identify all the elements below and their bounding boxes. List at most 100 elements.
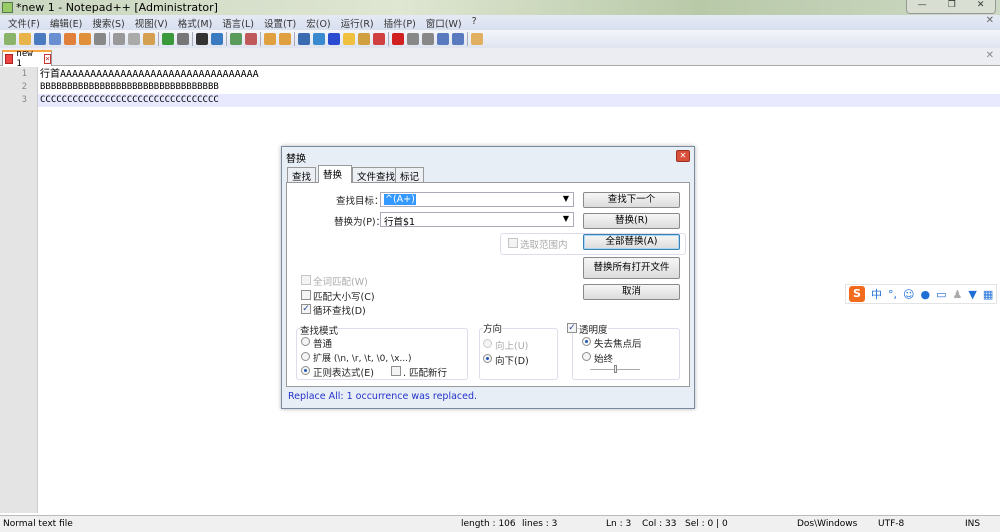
- menu-item[interactable]: 运行(R): [336, 15, 379, 30]
- doc-map-icon[interactable]: [358, 33, 370, 45]
- redo-icon[interactable]: [177, 33, 189, 45]
- find-icon[interactable]: [196, 33, 208, 45]
- line-number: 3: [21, 95, 27, 105]
- microphone-icon[interactable]: ●: [920, 288, 930, 301]
- new-file-icon[interactable]: [4, 33, 16, 45]
- find-next-button[interactable]: 查找下一个: [583, 192, 680, 208]
- tab-find[interactable]: 查找: [287, 167, 317, 183]
- save-icon[interactable]: [34, 33, 46, 45]
- transparency-checkbox[interactable]: ✓: [567, 323, 577, 333]
- replace-input[interactable]: 行首$1 ▼: [380, 212, 574, 228]
- minimize-button[interactable]: —: [918, 0, 927, 13]
- slider-thumb[interactable]: [613, 365, 617, 373]
- mode-regex-radio[interactable]: [301, 366, 310, 375]
- line-number: 1: [21, 69, 27, 79]
- menu-item[interactable]: 窗口(W): [421, 15, 467, 30]
- user-icon[interactable]: ♟: [952, 288, 962, 301]
- close-all-icon[interactable]: [79, 33, 91, 45]
- in-selection-checkbox[interactable]: [508, 238, 518, 248]
- menu-item[interactable]: ?: [467, 15, 482, 30]
- copy-icon[interactable]: [128, 33, 140, 45]
- menu-item[interactable]: 设置(T): [259, 15, 301, 30]
- replace-all-button[interactable]: 全部替换(A): [583, 234, 680, 250]
- toolbox-icon[interactable]: ▦: [983, 288, 993, 301]
- zoom-out-icon[interactable]: [245, 33, 257, 45]
- menu-item[interactable]: 语言(L): [217, 15, 259, 30]
- always-radio[interactable]: [582, 352, 591, 361]
- status-col: Col : 33: [642, 519, 677, 529]
- tab-bar: new 1 ✕ ✕: [0, 48, 1000, 69]
- record-macro-icon[interactable]: [392, 33, 404, 45]
- play-macro-icon[interactable]: [422, 33, 434, 45]
- cut-icon[interactable]: [113, 33, 125, 45]
- undo-icon[interactable]: [162, 33, 174, 45]
- menu-item[interactable]: 宏(O): [301, 15, 335, 30]
- on-lose-focus-radio[interactable]: [582, 337, 591, 346]
- wrap-around-checkbox[interactable]: ✓: [301, 304, 311, 314]
- replace-icon[interactable]: [211, 33, 223, 45]
- match-case-label: 匹配大小写(C): [313, 292, 375, 303]
- paste-icon[interactable]: [143, 33, 155, 45]
- zoom-in-icon[interactable]: [230, 33, 242, 45]
- editor-line[interactable]: 行首AAAAAAAAAAAAAAAAAAAAAAAAAAAAAAAAA: [38, 68, 1000, 81]
- mode-extended-radio[interactable]: [301, 352, 310, 361]
- ime-language[interactable]: 中: [871, 286, 882, 302]
- tab-find-in-files[interactable]: 文件查找: [352, 167, 401, 183]
- skin-icon[interactable]: ▼: [968, 288, 976, 301]
- close-document-icon[interactable]: ✕: [986, 15, 994, 26]
- mode-regex-label: 正则表达式(E): [313, 368, 374, 379]
- menu-item[interactable]: 编辑(E): [45, 15, 87, 30]
- menu-item[interactable]: 视图(V): [130, 15, 173, 30]
- maximize-button[interactable]: ❐: [948, 0, 956, 13]
- sogou-logo[interactable]: S: [849, 286, 865, 302]
- close-icon[interactable]: [64, 33, 76, 45]
- direction-down-radio[interactable]: [483, 354, 492, 363]
- keyboard-icon[interactable]: ▭: [936, 288, 946, 301]
- open-file-icon[interactable]: [19, 33, 31, 45]
- sync-vertical-icon[interactable]: [264, 33, 276, 45]
- stop-macro-icon[interactable]: [407, 33, 419, 45]
- chevron-down-icon[interactable]: ▼: [563, 194, 569, 203]
- save-macro-icon[interactable]: [452, 33, 464, 45]
- whole-word-checkbox[interactable]: [301, 275, 311, 285]
- emoji-icon[interactable]: ☺: [903, 288, 914, 301]
- launch-icon[interactable]: [471, 33, 483, 45]
- word-wrap-icon[interactable]: [298, 33, 310, 45]
- sync-horizontal-icon[interactable]: [279, 33, 291, 45]
- status-length: length : 106: [461, 519, 516, 529]
- tab-new-1[interactable]: new 1 ✕: [2, 49, 52, 69]
- transparency-slider[interactable]: [590, 365, 640, 373]
- find-input[interactable]: ^(A+) ▼: [380, 192, 574, 207]
- menu-item[interactable]: 文件(F): [3, 15, 45, 30]
- cancel-button[interactable]: 取消: [583, 284, 680, 300]
- mode-normal-radio[interactable]: [301, 337, 310, 346]
- editor-line-current[interactable]: CCCCCCCCCCCCCCCCCCCCCCCCCCCCCCCCC: [38, 94, 1000, 107]
- dot-newline-checkbox[interactable]: [391, 366, 401, 376]
- close-tab-icon[interactable]: ✕: [986, 50, 994, 61]
- toolbar-separator: [226, 32, 227, 46]
- menu-item[interactable]: 插件(P): [379, 15, 421, 30]
- tab-close-icon[interactable]: ✕: [44, 54, 51, 64]
- find-value: ^(A+): [384, 194, 416, 205]
- replace-all-open-button[interactable]: 替换所有打开文件: [583, 257, 680, 279]
- close-window-button[interactable]: ✕: [977, 0, 985, 13]
- chevron-down-icon[interactable]: ▼: [563, 214, 569, 223]
- tab-replace[interactable]: 替换: [318, 165, 352, 183]
- direction-title: 方向: [483, 321, 503, 335]
- menu-item[interactable]: 搜索(S): [87, 15, 129, 30]
- save-all-icon[interactable]: [49, 33, 61, 45]
- tab-mark[interactable]: 标记: [395, 167, 425, 183]
- print-icon[interactable]: [94, 33, 106, 45]
- ime-punctuation[interactable]: °,: [888, 288, 897, 301]
- direction-up-radio[interactable]: [483, 339, 492, 348]
- show-all-chars-icon[interactable]: [313, 33, 325, 45]
- dialog-close-button[interactable]: ✕: [676, 150, 690, 162]
- editor-line[interactable]: BBBBBBBBBBBBBBBBBBBBBBBBBBBBBBBBB: [38, 81, 1000, 94]
- menu-item[interactable]: 格式(M): [173, 15, 218, 30]
- udl-icon[interactable]: [343, 33, 355, 45]
- function-list-icon[interactable]: [373, 33, 385, 45]
- play-multiple-icon[interactable]: [437, 33, 449, 45]
- replace-button[interactable]: 替换(R): [583, 213, 680, 229]
- indent-guide-icon[interactable]: [328, 33, 340, 45]
- match-case-checkbox[interactable]: [301, 290, 311, 300]
